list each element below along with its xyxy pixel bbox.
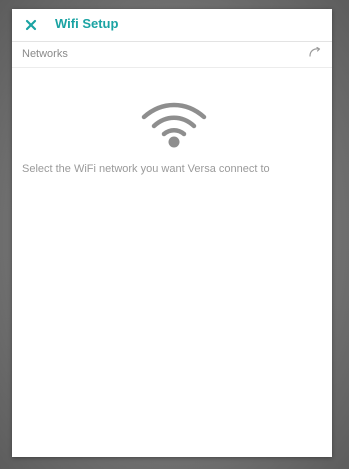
wifi-icon (138, 99, 210, 149)
close-icon[interactable] (24, 18, 38, 32)
select-network-message: Select the WiFi network you want Versa c… (22, 163, 270, 175)
networks-label: Networks (22, 48, 68, 60)
networks-header: Networks (12, 42, 332, 68)
dialog-title: Wifi Setup (55, 16, 119, 31)
wifi-setup-dialog: Wifi Setup Networks Select the WiFi netw… (12, 9, 332, 457)
dialog-header: Wifi Setup (12, 9, 332, 42)
refresh-icon[interactable] (308, 46, 322, 58)
